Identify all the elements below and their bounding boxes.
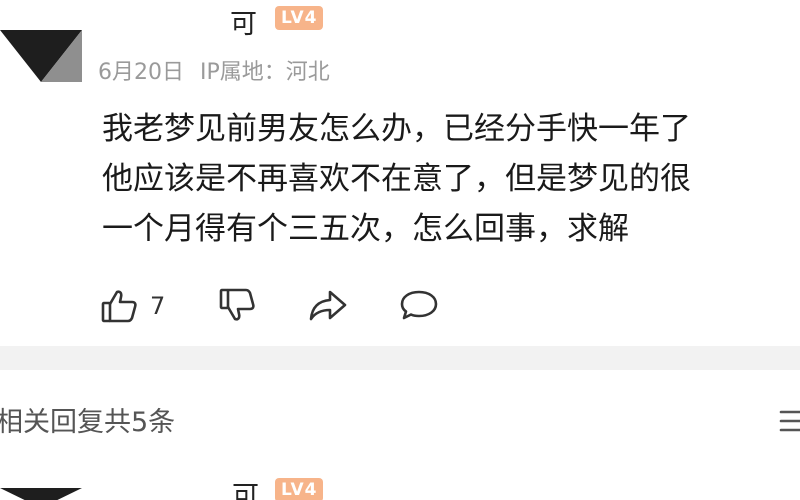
- section-divider: [0, 346, 800, 370]
- reply-level-badge: LV4: [275, 478, 324, 500]
- comment-text: 我老梦见前男友怎么办，已经分手快一年了 他应该是不再喜欢不在意了，但是梦见的很 …: [102, 104, 800, 254]
- like-count: 7: [150, 292, 166, 320]
- comment-meta: 6月20日 IP属地：河北: [98, 54, 330, 86]
- user-avatar[interactable]: [0, 30, 82, 82]
- share-button[interactable]: [308, 286, 348, 324]
- comment-page: 可 LV4 6月20日 IP属地：河北 我老梦见前男友怎么办，已经分手快一年了 他…: [0, 0, 800, 500]
- comment-line: 一个月得有个三五次，怎么回事，求解: [102, 211, 629, 247]
- level-badge: LV4: [275, 6, 324, 30]
- replies-count-header: 相关回复共5条: [0, 407, 176, 438]
- comment-bubble-icon: [400, 290, 438, 320]
- thumbs-down-icon: [219, 288, 255, 321]
- comment-line: 他应该是不再喜欢不在意了，但是梦见的很: [102, 161, 691, 197]
- thumbs-up-icon: [101, 290, 137, 323]
- dislike-button[interactable]: [218, 286, 256, 324]
- share-icon: [309, 290, 347, 321]
- comment-date: 6月20日: [98, 60, 184, 85]
- like-button[interactable]: 7: [100, 287, 165, 325]
- comment-line: 我老梦见前男友怎么办，已经分手快一年了: [102, 111, 691, 147]
- username[interactable]: 可: [230, 2, 257, 41]
- comment-actions: 7: [100, 284, 438, 328]
- reply-user-avatar[interactable]: [0, 488, 82, 500]
- reply-button[interactable]: [398, 286, 440, 324]
- ip-location: IP属地：河北: [200, 60, 330, 85]
- menu-lines-icon[interactable]: [778, 408, 800, 434]
- reply-username[interactable]: 可: [232, 474, 259, 500]
